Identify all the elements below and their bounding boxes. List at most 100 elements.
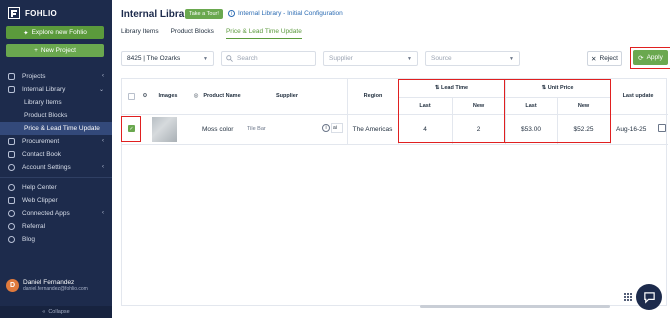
source-placeholder: Source: [431, 55, 452, 62]
info-icon[interactable]: i: [322, 124, 330, 132]
calendar-icon[interactable]: [658, 124, 666, 132]
sidebar-item-help-center[interactable]: Help Center: [0, 181, 112, 194]
sidebar: FOHLIO ✦ Explore new Fohlio + New Projec…: [0, 0, 112, 318]
sidebar-divider: [0, 177, 112, 178]
supplier-select[interactable]: Supplier ▼: [323, 51, 418, 66]
sidebar-item-label: Projects: [22, 73, 46, 80]
sidebar-item-label: Procurement: [22, 138, 60, 145]
explore-new-fohlio-button[interactable]: ✦ Explore new Fohlio: [6, 26, 104, 39]
chevron-down-icon: ▼: [509, 56, 514, 62]
sidebar-item-account-settings[interactable]: Account Settings ‹: [0, 161, 112, 174]
take-a-tour-button[interactable]: Take a Tour!: [185, 9, 223, 19]
sparkle-icon: ✦: [23, 29, 29, 37]
main-content: Internal Library Take a Tour! i Internal…: [112, 0, 670, 318]
settings-icon[interactable]: ⚙: [140, 91, 150, 101]
project-select-value: 8425 | The Ozarks: [127, 55, 181, 62]
supplier-field[interactable]: ai: [331, 123, 343, 133]
clipper-icon: [8, 197, 15, 204]
price-update-table: ⚙ Images ◎ Product Name Supplier Region …: [121, 78, 668, 308]
collapse-button[interactable]: « Collapse: [0, 306, 112, 318]
chevron-left-icon: ‹: [102, 138, 104, 144]
apply-highlight: ⟳ Apply: [630, 47, 670, 69]
user-email: daniel.fernandez@fohlio.com: [23, 286, 88, 292]
chevron-down-icon: ▼: [407, 56, 412, 62]
column-header-supplier[interactable]: Supplier: [272, 91, 302, 101]
sidebar-item-internal-library[interactable]: Internal Library ⌄: [0, 83, 112, 96]
initial-configuration-link[interactable]: i Internal Library - Initial Configurati…: [228, 10, 343, 17]
chevron-left-icon: ‹: [102, 164, 104, 170]
chat-button[interactable]: [636, 284, 662, 310]
tab-product-blocks[interactable]: Product Blocks: [171, 28, 214, 39]
search-input[interactable]: Search: [221, 51, 316, 66]
select-all-checkbox[interactable]: [128, 93, 135, 100]
column-header-last-update[interactable]: Last update: [612, 91, 664, 101]
sidebar-subitem-price-lead-time-update[interactable]: Price & Lead Time Update: [0, 122, 112, 135]
sidebar-item-contact-book[interactable]: Contact Book: [0, 148, 112, 161]
fohlio-logo-icon: [8, 7, 20, 19]
help-icon: [8, 184, 15, 191]
product-name-cell[interactable]: Moss color: [202, 123, 252, 135]
apps-icon: [8, 210, 15, 217]
product-thumbnail: [152, 117, 177, 142]
reject-button[interactable]: ✕ Reject: [587, 51, 622, 66]
user-name: Daniel Fernandez: [23, 279, 75, 286]
tab-price-lead-time-update[interactable]: Price & Lead Time Update: [225, 28, 302, 39]
region-cell: The Americas: [352, 125, 393, 133]
sidebar-item-web-clipper[interactable]: Web Clipper: [0, 194, 112, 207]
sidebar-item-label: Blog: [22, 236, 36, 243]
source-select[interactable]: Source ▼: [425, 51, 520, 66]
plus-icon: +: [34, 47, 38, 54]
sidebar-item-projects[interactable]: Projects ‹: [0, 70, 112, 83]
supplier-placeholder: Supplier: [329, 55, 353, 62]
sidebar-item-label: Web Clipper: [22, 197, 58, 204]
chat-icon: [643, 291, 655, 304]
apply-button[interactable]: ⟳ Apply: [633, 50, 668, 65]
procurement-icon: [8, 138, 15, 145]
brand[interactable]: FOHLIO: [8, 6, 57, 20]
grid-dots-icon[interactable]: [623, 292, 633, 302]
chevron-left-icon: ‹: [102, 210, 104, 216]
sidebar-item-label: Internal Library: [22, 86, 66, 93]
column-header-images[interactable]: Images: [155, 91, 181, 101]
checkbox-highlight: [121, 116, 141, 142]
horizontal-scrollbar[interactable]: [420, 305, 610, 308]
apply-icon: ⟳: [638, 54, 644, 62]
tab-library-items[interactable]: Library Items: [121, 28, 159, 39]
search-icon: [226, 55, 233, 62]
sidebar-subitem-library-items[interactable]: Library Items: [0, 96, 112, 109]
eye-icon[interactable]: ◎: [191, 91, 201, 101]
library-icon: [8, 86, 15, 93]
new-project-label: New Project: [40, 47, 76, 54]
config-link-label: Internal Library - Initial Configuration: [238, 10, 343, 17]
unit-price-highlight: [504, 79, 611, 143]
column-header-region[interactable]: Region: [354, 91, 392, 101]
sidebar-item-label: Connected Apps: [22, 210, 70, 217]
sidebar-item-blog[interactable]: Blog: [0, 233, 112, 246]
page-title: Internal Library: [121, 9, 194, 20]
column-header-product-name[interactable]: Product Name: [202, 91, 242, 101]
last-update-cell: Aug-16-25: [616, 125, 647, 133]
chevron-down-icon: ⌄: [98, 87, 104, 93]
sidebar-subitem-product-blocks[interactable]: Product Blocks: [0, 109, 112, 122]
apply-label: Apply: [646, 54, 663, 61]
projects-icon: [8, 73, 15, 80]
gear-icon: [8, 164, 15, 171]
sidebar-item-procurement[interactable]: Procurement ‹: [0, 135, 112, 148]
chevron-down-icon: ▼: [203, 56, 208, 62]
supplier-cell[interactable]: Tile Bar: [247, 123, 297, 135]
tab-bar: Library Items Product Blocks Price & Lea…: [121, 28, 314, 39]
new-project-button[interactable]: + New Project: [6, 44, 104, 57]
contact-book-icon: [8, 151, 15, 158]
chevron-left-icon: ‹: [102, 73, 104, 79]
brand-name: FOHLIO: [25, 8, 58, 18]
project-select[interactable]: 8425 | The Ozarks ▼: [121, 51, 214, 66]
toolbar: 8425 | The Ozarks ▼ Search Supplier ▼ So…: [121, 47, 670, 69]
user-profile[interactable]: D Daniel Fernandez daniel.fernandez@fohl…: [6, 279, 88, 292]
avatar: D: [6, 279, 19, 292]
sidebar-item-connected-apps[interactable]: Connected Apps ‹: [0, 207, 112, 220]
lead-time-highlight: [398, 79, 505, 143]
search-placeholder: Search: [237, 55, 258, 62]
explore-label: Explore new Fohlio: [31, 29, 87, 36]
sidebar-item-referral[interactable]: Referral: [0, 220, 112, 233]
sidebar-item-label: Help Center: [22, 184, 57, 191]
